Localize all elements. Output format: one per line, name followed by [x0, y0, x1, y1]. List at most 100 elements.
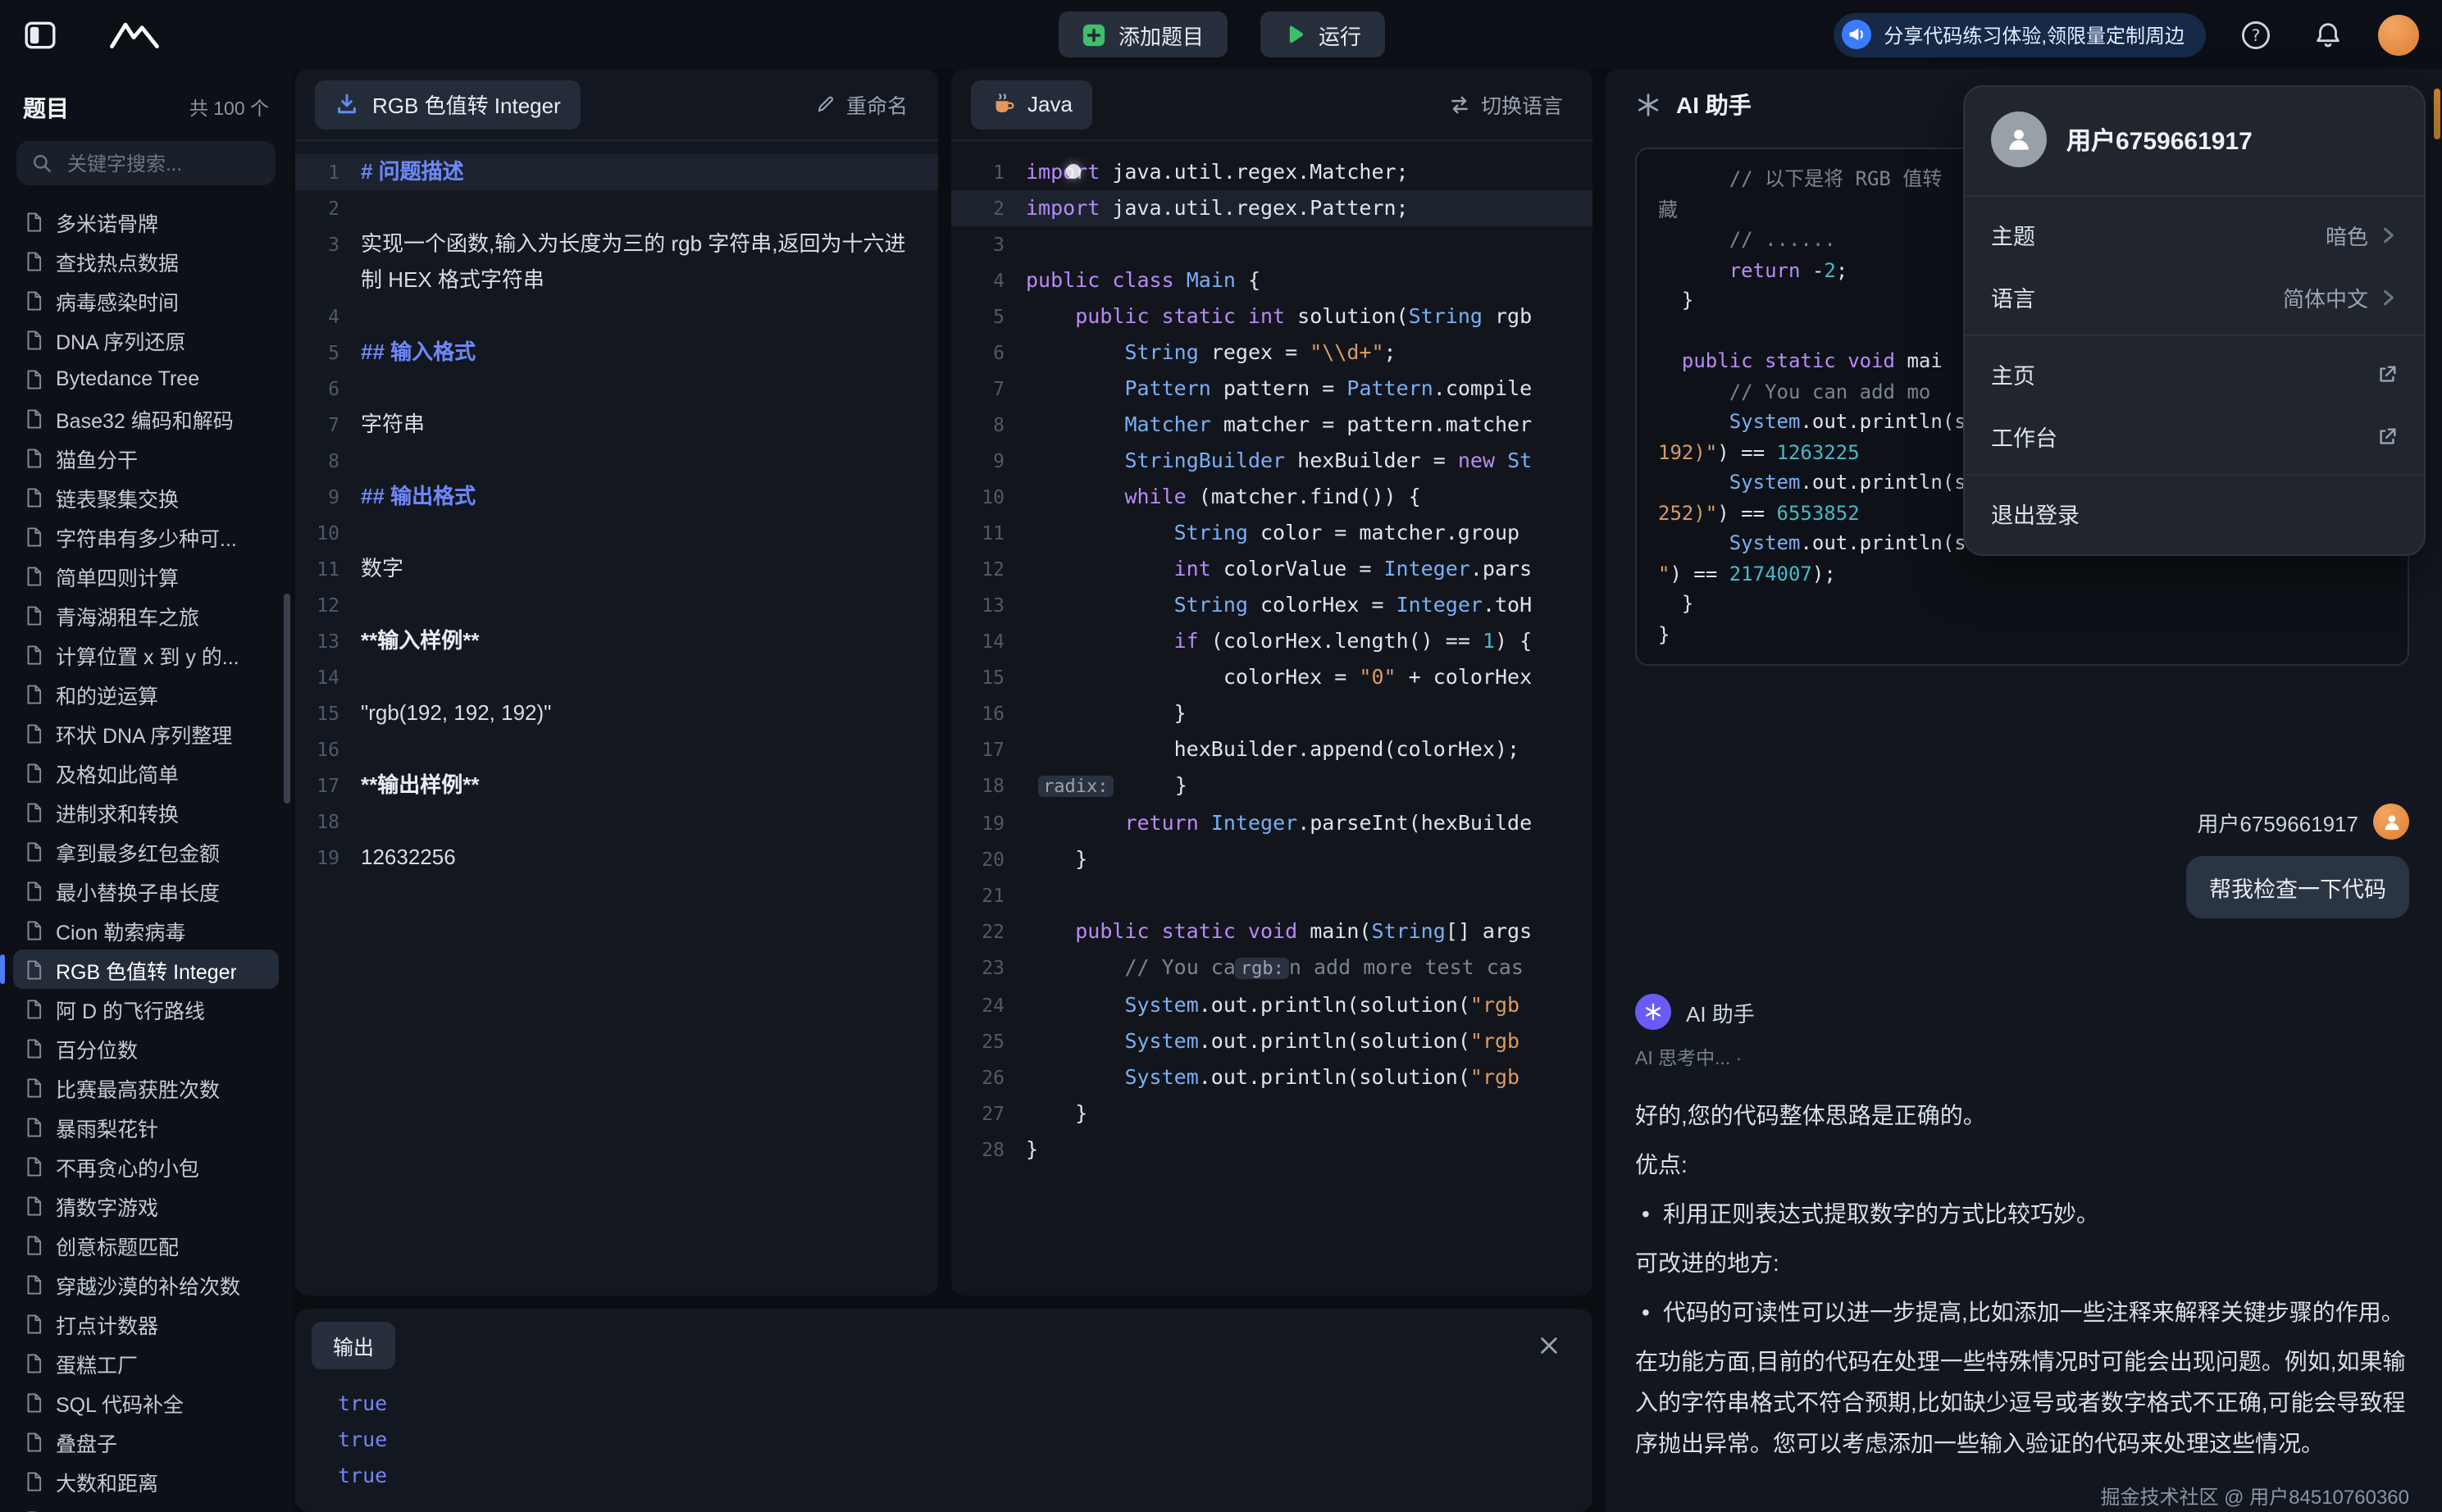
editor-line[interactable]: 12 int colorValue = Integer.pars: [950, 551, 1592, 587]
editor-line[interactable]: 18: [295, 804, 937, 840]
switch-language-button[interactable]: 切换语言: [1438, 87, 1573, 121]
search-input[interactable]: [64, 150, 261, 176]
sidebar-item[interactable]: 查找热点数据: [13, 241, 279, 280]
sidebar-item[interactable]: 及格如此简单: [13, 753, 279, 792]
editor-line[interactable]: 14 if (colorHex.length() == 1) {: [950, 623, 1592, 659]
sidebar-item[interactable]: 蛋糕工厂: [13, 1343, 279, 1382]
sidebar-item[interactable]: Bytedance Tree: [13, 359, 279, 398]
problem-editor[interactable]: 1# 问题描述23实现一个函数,输入为长度为三的 rgb 字符串,返回为十六进制…: [295, 141, 937, 1296]
sidebar-item[interactable]: 百分位数: [13, 1028, 279, 1068]
sidebar-item[interactable]: SQL 代码补全: [13, 1382, 279, 1422]
run-button[interactable]: 运行: [1260, 11, 1384, 57]
sidebar-item[interactable]: 多米诺骨牌: [13, 202, 279, 241]
editor-line[interactable]: 10 while (matcher.find()) {: [950, 479, 1592, 515]
sidebar-item[interactable]: 穿越沙漠的补给次数: [13, 1264, 279, 1304]
problem-tab[interactable]: RGB 色值转 Integer: [315, 80, 581, 129]
editor-line[interactable]: 16 }: [950, 695, 1592, 731]
sidebar-item[interactable]: 和的逆运算: [13, 674, 279, 713]
editor-line[interactable]: 21: [950, 877, 1592, 913]
editor-line[interactable]: 8 Matcher matcher = pattern.matcher: [950, 407, 1592, 443]
editor-line[interactable]: 17**输出样例**: [295, 767, 937, 804]
help-button[interactable]: ?: [2234, 12, 2278, 57]
sidebar-item[interactable]: 不再贪心的小包: [13, 1146, 279, 1186]
editor-line[interactable]: 26 System.out.println(solution("rgb: [950, 1059, 1592, 1095]
sidebar-item[interactable]: 进制求和转换: [13, 792, 279, 831]
sidebar-scrollbar-thumb[interactable]: [284, 594, 290, 804]
editor-line[interactable]: 18 radix: }: [950, 767, 1592, 805]
output-tab[interactable]: 输出: [312, 1322, 395, 1369]
editor-line[interactable]: 14: [295, 659, 937, 695]
editor-line[interactable]: 27 }: [950, 1095, 1592, 1132]
editor-line[interactable]: 28}: [950, 1132, 1592, 1168]
sidebar-item[interactable]: 创意标题匹配: [13, 1225, 279, 1264]
editor-line[interactable]: 9 StringBuilder hexBuilder = new St: [950, 443, 1592, 479]
menu-item-language[interactable]: 语言 简体中文: [1965, 266, 2424, 328]
editor-line[interactable]: 13**输入样例**: [295, 623, 937, 659]
sidebar-item[interactable]: 简单四则计算: [13, 556, 279, 595]
sidebar-item[interactable]: 打点计数器: [13, 1304, 279, 1343]
sidebar-item[interactable]: 环状 DNA 序列整理: [13, 713, 279, 753]
editor-line[interactable]: 15 colorHex = "0" + colorHex: [950, 659, 1592, 695]
editor-line[interactable]: 20 }: [950, 841, 1592, 877]
editor-line[interactable]: 8: [295, 443, 937, 479]
sidebar-toggle-button[interactable]: [16, 11, 64, 58]
editor-line[interactable]: 2import java.util.regex.Pattern;: [950, 190, 1592, 226]
editor-line[interactable]: 11 String color = matcher.group: [950, 515, 1592, 551]
sidebar-item[interactable]: 二叉树供暖: [13, 1501, 279, 1512]
editor-line[interactable]: 4: [295, 298, 937, 335]
sidebar-item[interactable]: 猜数字游戏: [13, 1186, 279, 1225]
sidebar-item[interactable]: 比赛最高获胜次数: [13, 1068, 279, 1107]
add-problem-button[interactable]: 添加题目: [1058, 11, 1227, 57]
editor-line[interactable]: 7字符串: [295, 407, 937, 443]
sidebar-item[interactable]: RGB 色值转 Integer: [13, 950, 279, 989]
sidebar-item[interactable]: DNA 序列还原: [13, 320, 279, 359]
editor-line[interactable]: 24 System.out.println(solution("rgb: [950, 987, 1592, 1023]
editor-line[interactable]: 22 public static void main(String[] args: [950, 913, 1592, 950]
editor-line[interactable]: 3: [950, 226, 1592, 262]
code-editor[interactable]: 1import java.util.regex.Matcher;2import …: [950, 141, 1592, 1296]
search-box[interactable]: [16, 141, 276, 185]
editor-line[interactable]: 5## 输入格式: [295, 335, 937, 371]
editor-line[interactable]: 13 String colorHex = Integer.toH: [950, 587, 1592, 623]
menu-item-workbench[interactable]: 工作台: [1965, 405, 2424, 467]
sidebar-item[interactable]: 大数和距离: [13, 1461, 279, 1501]
editor-line[interactable]: 7 Pattern pattern = Pattern.compile: [950, 371, 1592, 407]
editor-line[interactable]: 15"rgb(192, 192, 192)": [295, 695, 937, 731]
close-output-button[interactable]: [1532, 1328, 1566, 1363]
editor-line[interactable]: 10: [295, 515, 937, 551]
editor-line[interactable]: 2: [295, 190, 937, 226]
app-logo[interactable]: [100, 10, 169, 59]
sidebar-item[interactable]: 阿 D 的飞行路线: [13, 989, 279, 1028]
sidebar-item[interactable]: Cion 勒索病毒: [13, 910, 279, 950]
language-tab[interactable]: Java: [970, 80, 1092, 129]
editor-line[interactable]: 17 hexBuilder.append(colorHex);: [950, 731, 1592, 767]
editor-line[interactable]: 6 String regex = "\\d+";: [950, 335, 1592, 371]
notifications-button[interactable]: [2306, 12, 2350, 57]
sidebar-item[interactable]: 链表聚集交换: [13, 477, 279, 517]
sidebar-item[interactable]: 暴雨梨花针: [13, 1107, 279, 1146]
editor-line[interactable]: 11数字: [295, 551, 937, 587]
sidebar-item[interactable]: 叠盘子: [13, 1422, 279, 1461]
sidebar-item[interactable]: 拿到最多红包金额: [13, 831, 279, 871]
sidebar-item[interactable]: 计算位置 x 到 y 的...: [13, 635, 279, 674]
announcement-banner[interactable]: 分享代码练习体验,领限量定制周边: [1833, 12, 2206, 57]
menu-item-logout[interactable]: 退出登录: [1965, 482, 2424, 544]
sidebar-item[interactable]: 字符串有多少种可...: [13, 517, 279, 556]
editor-line[interactable]: 1912632256: [295, 840, 937, 876]
editor-line[interactable]: 25 System.out.println(solution("rgb: [950, 1023, 1592, 1059]
editor-line[interactable]: 1# 问题描述: [295, 154, 937, 190]
sidebar-item[interactable]: 最小替换子串长度: [13, 871, 279, 910]
user-avatar[interactable]: [2378, 14, 2419, 55]
editor-line[interactable]: 1import java.util.regex.Matcher;: [950, 154, 1592, 190]
editor-line[interactable]: 3实现一个函数,输入为长度为三的 rgb 字符串,返回为十六进制 HEX 格式字…: [295, 226, 937, 298]
menu-item-home[interactable]: 主页: [1965, 343, 2424, 405]
rename-button[interactable]: 重命名: [805, 87, 918, 121]
editor-line[interactable]: 19 return Integer.parseInt(hexBuilde: [950, 805, 1592, 841]
editor-line[interactable]: 23 // You cargb:n add more test cas: [950, 950, 1592, 987]
editor-line[interactable]: 9## 输出格式: [295, 479, 937, 515]
menu-item-theme[interactable]: 主题 暗色: [1965, 203, 2424, 266]
sidebar-item[interactable]: 青海湖租车之旅: [13, 595, 279, 635]
editor-line[interactable]: 16: [295, 731, 937, 767]
sidebar-item[interactable]: Base32 编码和解码: [13, 398, 279, 438]
editor-line[interactable]: 12: [295, 587, 937, 623]
